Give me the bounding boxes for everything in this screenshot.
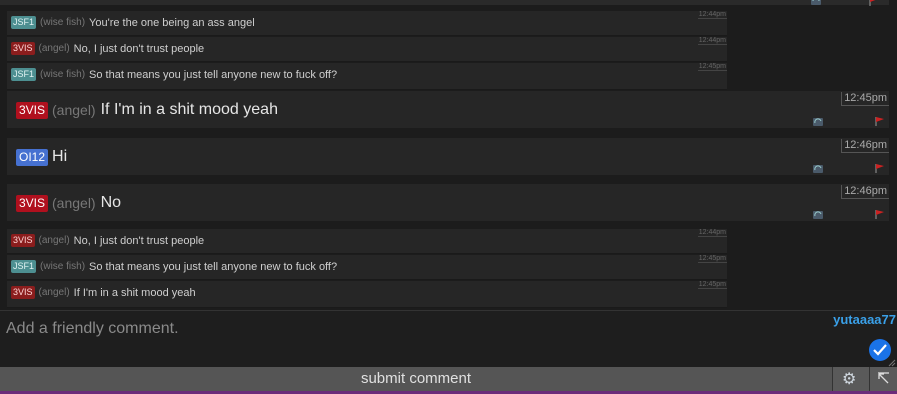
chat-message: 3VIS (angel) No, I just don't trust peop… [7,229,727,254]
chat-message-highlighted: 3VIS (angel) No 12:46pm [7,184,889,221]
refresh-icon[interactable] [813,165,823,173]
chat-message: 3VIS (angel) If I'm in a shit mood yeah … [7,281,727,308]
message-timestamp: 12:44pm [697,37,727,45]
user-badge[interactable]: 3VIS [11,286,35,299]
user-nickname: (wise fish) [40,69,86,80]
previous-message-edge [0,0,889,6]
user-badge[interactable]: OI12 [16,148,49,166]
user-nickname: (wise fish) [40,261,86,272]
flag-icon[interactable] [875,164,885,173]
user-nickname: (angel) [52,195,96,211]
user-badge[interactable]: 3VIS [11,42,35,55]
user-nickname: (wise fish) [40,17,86,28]
chat-message-highlighted: 3VIS (angel) If I'm in a shit mood yeah … [7,91,889,128]
user-nickname: (angel) [38,235,70,246]
user-badge[interactable]: JSF1 [11,16,37,29]
message-text: No, I just don't trust people [73,234,205,247]
message-text: No, I just don't trust people [73,42,205,55]
chat-message: 3VIS (angel) No, I just don't trust peop… [7,37,727,62]
user-badge[interactable]: JSF1 [11,68,37,81]
comment-placeholder[interactable]: Add a friendly comment. [6,320,179,338]
user-badge[interactable]: JSF1 [11,260,37,273]
settings-button[interactable]: ⚙ [832,367,869,391]
flag-icon[interactable] [869,0,879,6]
refresh-icon[interactable] [813,211,823,219]
flag-icon[interactable] [875,210,885,219]
user-nickname: (angel) [38,287,70,298]
message-timestamp: 12:45pm [697,63,727,71]
chat-message: JSF1 (wise fish) You're the one being an… [7,11,727,36]
resize-handle-icon[interactable] [888,359,896,367]
submit-comment-button[interactable]: submit comment [0,367,832,391]
chat-message-highlighted: OI12 Hi 12:46pm [7,138,889,175]
message-text: You're the one being an ass angel [89,16,255,29]
message-text: So that means you just tell anyone new t… [89,68,338,81]
user-badge[interactable]: 3VIS [16,101,49,119]
message-timestamp: 12:45pm [697,255,727,263]
comment-input[interactable]: Add a friendly comment. yutaaaa77 [0,310,897,368]
refresh-icon[interactable] [811,0,821,5]
chat-message: JSF1 (wise fish) So that means you just … [7,63,727,90]
message-text: So that means you just tell anyone new t… [89,260,338,273]
chat-message: JSF1 (wise fish) So that means you just … [7,255,727,280]
message-timestamp: 12:44pm [697,11,727,19]
expand-icon [878,372,889,384]
message-timestamp: 12:45pm [697,281,727,289]
message-timestamp: 12:46pm [841,139,889,153]
flag-icon[interactable] [875,117,885,126]
user-badge[interactable]: 3VIS [11,234,35,247]
user-nickname: (angel) [38,43,70,54]
message-timestamp: 12:44pm [697,229,727,237]
username-label[interactable]: yutaaaa77 [833,312,896,327]
message-text: If I'm in a shit mood yeah [73,286,196,299]
message-text: Hi [52,148,68,165]
chat-feed: JSF1 (wise fish) You're the one being an… [0,0,897,310]
refresh-icon[interactable] [813,118,823,126]
message-text: No [100,194,122,211]
message-text: If I'm in a shit mood yeah [100,101,278,118]
check-icon[interactable] [869,339,891,361]
user-badge[interactable]: 3VIS [16,194,49,212]
message-timestamp: 12:46pm [841,185,889,199]
user-nickname: (angel) [52,102,96,118]
submit-bar: submit comment ⚙ [0,367,897,391]
expand-button[interactable] [869,367,897,391]
message-timestamp: 12:45pm [841,92,889,106]
gear-icon: ⚙ [842,371,857,388]
